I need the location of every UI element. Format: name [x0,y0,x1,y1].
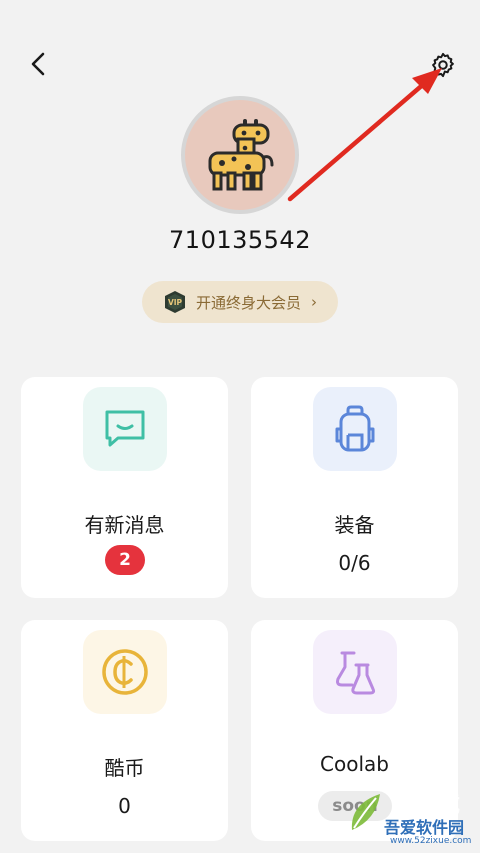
coming-soon-badge: soon [318,791,392,821]
chevron-right-icon: › [311,293,318,311]
equipment-title: 装备 [334,513,375,537]
coins-count: 0 [118,794,131,818]
message-icon-box [83,387,167,471]
messages-title: 有新消息 [84,513,165,537]
flask-icon-box [313,630,397,714]
giraffe-avatar [208,119,274,191]
coolab-title: Coolab [320,752,389,776]
avatar[interactable] [181,96,299,214]
coins-card[interactable]: 酷币 0 [21,620,228,841]
vip-badge-icon: VIP [162,289,188,315]
equipment-card[interactable]: 装备 0/6 [251,377,458,598]
backpack-icon [335,405,375,452]
coolab-card[interactable]: Coolab soon [251,620,458,841]
back-arrow-icon [31,52,45,76]
coin-icon-box [83,630,167,714]
unread-count-badge: 2 [105,545,145,575]
equipment-count: 0/6 [338,551,371,575]
backpack-icon-box [313,387,397,471]
vip-upgrade-button[interactable]: VIP 开通终身大会员 › [142,281,338,323]
back-button[interactable] [22,46,54,82]
gear-icon [432,52,454,78]
flask-icon [336,651,376,695]
svg-text:VIP: VIP [168,298,183,307]
vip-label: 开通终身大会员 [196,293,302,312]
messages-card[interactable]: 有新消息 2 [21,377,228,598]
message-icon [105,410,145,447]
coins-title: 酷币 [104,756,145,780]
coin-icon [102,649,148,695]
user-id: 710135542 [169,226,311,254]
settings-button[interactable] [426,48,460,82]
